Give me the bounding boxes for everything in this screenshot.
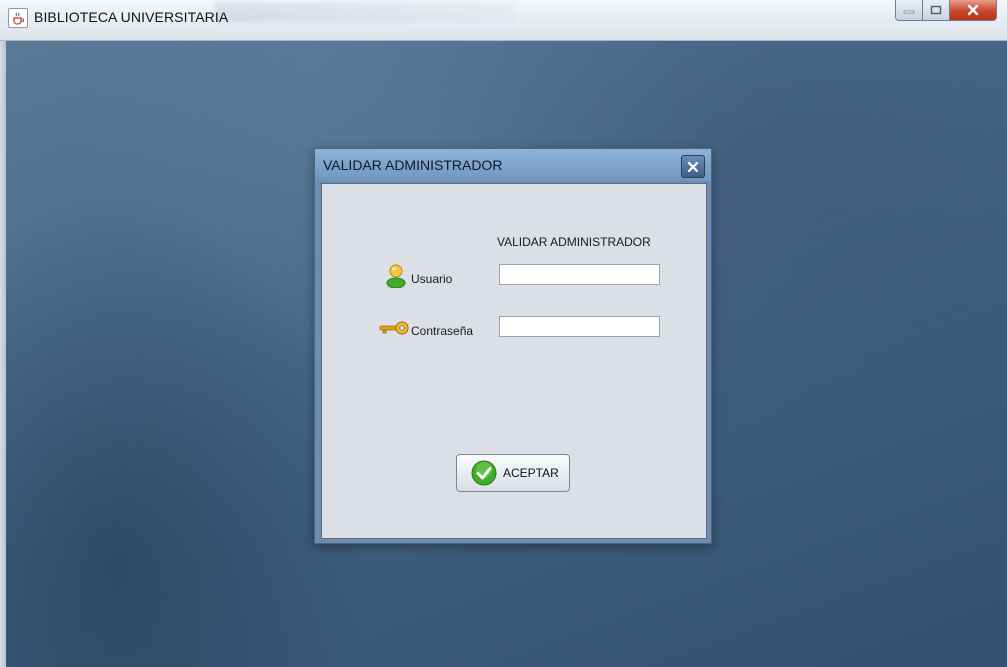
user-icon: [385, 262, 407, 293]
titlebar-background-blur: [215, 2, 515, 22]
close-icon: [687, 161, 699, 172]
key-icon: [379, 321, 411, 340]
window-close-button[interactable]: [950, 0, 997, 21]
contrasena-input[interactable]: [499, 316, 660, 337]
usuario-input[interactable]: [499, 264, 660, 285]
validate-admin-dialog: VALIDAR ADMINISTRADOR VALIDAR ADMINISTRA…: [314, 148, 712, 544]
usuario-label: Usuario: [411, 272, 453, 286]
contrasena-label: Contraseña: [411, 324, 474, 338]
dialog-titlebar[interactable]: VALIDAR ADMINISTRADOR: [315, 149, 711, 181]
dialog-title: VALIDAR ADMINISTRADOR: [323, 157, 503, 173]
maximize-button[interactable]: [923, 0, 950, 21]
accept-button-label: ACEPTAR: [503, 466, 559, 480]
minimize-icon: [903, 10, 915, 14]
minimize-button[interactable]: [895, 0, 923, 21]
dialog-header: VALIDAR ADMINISTRADOR: [497, 235, 651, 249]
close-icon: [967, 4, 979, 16]
maximize-icon: [930, 5, 942, 15]
dialog-close-button[interactable]: [681, 155, 705, 178]
window-controls: [895, 0, 997, 22]
java-cup-icon[interactable]: [8, 8, 28, 28]
dialog-body: VALIDAR ADMINISTRADOR Usuario Contraseña: [321, 183, 707, 539]
window-title: BIBLIOTECA UNIVERSITARIA: [34, 9, 229, 25]
window-titlebar[interactable]: BIBLIOTECA UNIVERSITARIA: [0, 0, 1007, 41]
accept-button[interactable]: ACEPTAR: [456, 454, 570, 492]
check-icon: [471, 460, 497, 486]
